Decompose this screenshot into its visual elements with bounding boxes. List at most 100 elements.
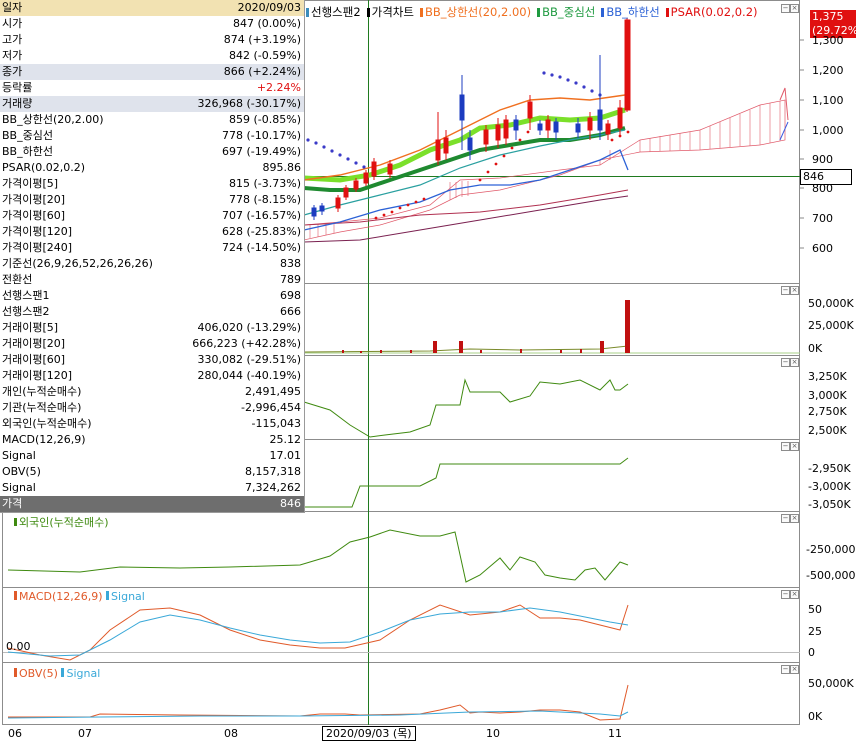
institution-axis-tick: -3,050K	[808, 498, 851, 511]
price-axis-tick: 1,000	[812, 124, 844, 137]
info-row-value: 778 (-8.15%)	[229, 193, 301, 206]
info-row: OBV(5) 8,157,318	[0, 464, 304, 480]
info-row-label: 가격이평[240]	[2, 241, 73, 254]
legend-item-bb-lower[interactable]: BB_하한선	[601, 4, 660, 20]
info-row-label: 고가	[2, 33, 23, 46]
info-row: 선행스팬2 666	[0, 304, 304, 320]
info-row-label: 거래이평[60]	[2, 353, 66, 366]
x-axis-cursor-date: 2020/09/03 (목)	[322, 726, 416, 741]
panel-close-button[interactable]: ×	[790, 514, 799, 523]
info-row-label: 개인(누적순매수)	[2, 385, 82, 398]
individual-axis-tick: 3,250K	[808, 370, 847, 383]
panel-minimize-button[interactable]: −	[781, 442, 790, 451]
info-row-label: BB_상한선(20,2.00)	[2, 113, 104, 126]
obv-axis-tick: 0K	[808, 710, 823, 723]
panel-close-button[interactable]: ×	[790, 286, 799, 295]
info-row: 외국인(누적순매수) -115,043	[0, 416, 304, 432]
price-axis-tick: 1,200	[812, 64, 844, 77]
info-row-value: 326,968 (-30.17%)	[197, 97, 301, 110]
info-row-label: 거래량	[2, 97, 33, 110]
panel-minimize-button[interactable]: −	[781, 514, 790, 523]
info-row-label: BB_하한선	[2, 145, 53, 158]
volume-axis-tick: 25,000K	[808, 319, 854, 332]
info-row-value: 330,082 (-29.51%)	[197, 353, 301, 366]
price-axis-tick: 600	[812, 242, 833, 255]
info-row-label: 전환선	[2, 273, 33, 286]
info-row-label: OBV(5)	[2, 465, 41, 478]
info-header-row: 일자 2020/09/03	[0, 0, 304, 16]
info-row-label: 종가	[2, 65, 23, 78]
panel-minimize-button[interactable]: −	[781, 590, 790, 599]
info-row-value: 707 (-16.57%)	[222, 209, 301, 222]
info-row-label: 가격이평[120]	[2, 225, 73, 238]
info-row-value: 25.12	[269, 433, 302, 446]
macd-line	[7, 604, 629, 661]
panel-minimize-button[interactable]: −	[781, 286, 790, 295]
info-footer-label: 가격	[2, 497, 23, 510]
info-row: BB_하한선 697 (-19.49%)	[0, 144, 304, 160]
cursor-price-box: 846	[800, 169, 852, 185]
info-row: 선행스팬1 698	[0, 288, 304, 304]
institution-axis-tick: -2,950K	[808, 462, 851, 475]
panel-close-button[interactable]: ×	[790, 358, 799, 367]
price-axis-tick: 900	[812, 153, 833, 166]
info-row: 고가 874 (+3.19%)	[0, 32, 304, 48]
info-row: 전환선 789	[0, 272, 304, 288]
macd-zero-label: 0.00	[6, 640, 31, 653]
info-row: 저가 842 (-0.59%)	[0, 48, 304, 64]
legend-item-bb-center[interactable]: BB_중심선	[537, 4, 595, 20]
info-row: 거래이평[60] 330,082 (-29.51%)	[0, 352, 304, 368]
price-axis-tick: 1,300	[812, 34, 844, 47]
info-row-value: 280,044 (-40.19%)	[197, 369, 301, 382]
info-row: 기준선(26,9,26,52,26,26,26) 838	[0, 256, 304, 272]
info-row-value: 859 (-0.85%)	[229, 113, 301, 126]
info-row-value: -2,996,454	[241, 401, 301, 414]
macd-axis-tick: 0	[808, 646, 815, 659]
info-row-label: 거래이평[20]	[2, 337, 66, 350]
info-row-value: 842 (-0.59%)	[229, 49, 301, 62]
info-row-value: 724 (-14.50%)	[222, 241, 301, 254]
info-row: 거래이평[20] 666,223 (+42.28%)	[0, 336, 304, 352]
foreign-axis-tick: -500,000	[806, 569, 856, 582]
info-row-label: 등락률	[2, 81, 33, 94]
info-row-label: 거래이평[5]	[2, 321, 59, 334]
info-row-label: Signal	[2, 481, 36, 494]
panel-close-button[interactable]: ×	[790, 665, 799, 674]
individual-axis-tick: 3,000K	[808, 389, 847, 402]
info-row-label: 가격이평[20]	[2, 193, 66, 206]
info-row-label: 선행스팬2	[2, 305, 50, 318]
info-row: 거래이평[120] 280,044 (-40.19%)	[0, 368, 304, 384]
info-header-label: 일자	[2, 1, 23, 14]
panel-minimize-button[interactable]: −	[781, 358, 790, 367]
panel-close-button[interactable]: ×	[790, 590, 799, 599]
legend-item-span2[interactable]: 선행스팬2	[306, 4, 361, 20]
panel-close-button[interactable]: ×	[790, 442, 799, 451]
ma-240-line	[303, 195, 629, 243]
foreign-panel-frame	[2, 511, 800, 588]
legend-item-psar[interactable]: PSAR(0.02,0.2)	[665, 4, 758, 20]
info-row-label: BB_중심선	[2, 129, 53, 142]
panel-close-button[interactable]: ×	[790, 4, 799, 13]
info-row-label: Signal	[2, 449, 36, 462]
info-row-label: 저가	[2, 49, 23, 62]
info-row-label: 선행스팬1	[2, 289, 50, 302]
info-row-value: 895.86	[262, 161, 302, 174]
info-row-label: 시가	[2, 17, 23, 30]
institution-panel-frame	[304, 439, 800, 512]
info-row-value: +2.24%	[256, 81, 301, 94]
info-row: BB_중심선 778 (-10.17%)	[0, 128, 304, 144]
foreign-panel-title: 외국인(누적순매수)	[14, 514, 109, 530]
panel-minimize-button[interactable]: −	[781, 4, 790, 13]
info-row-value: 17.01	[269, 449, 302, 462]
legend-item-bb-upper[interactable]: BB_상한선(20,2.00)	[419, 4, 531, 20]
info-row: 거래이평[5] 406,020 (-13.29%)	[0, 320, 304, 336]
x-axis-label-11: 11	[608, 727, 622, 740]
obv-line	[8, 684, 629, 721]
x-axis-label-07: 07	[78, 727, 92, 740]
panel-minimize-button[interactable]: −	[781, 665, 790, 674]
info-row: 거래량 326,968 (-30.17%)	[0, 96, 304, 112]
individual-line	[303, 378, 629, 438]
individual-panel-frame	[304, 355, 800, 440]
info-row-value: 8,157,318	[245, 465, 301, 478]
legend-item-price[interactable]: 가격차트	[366, 4, 414, 20]
